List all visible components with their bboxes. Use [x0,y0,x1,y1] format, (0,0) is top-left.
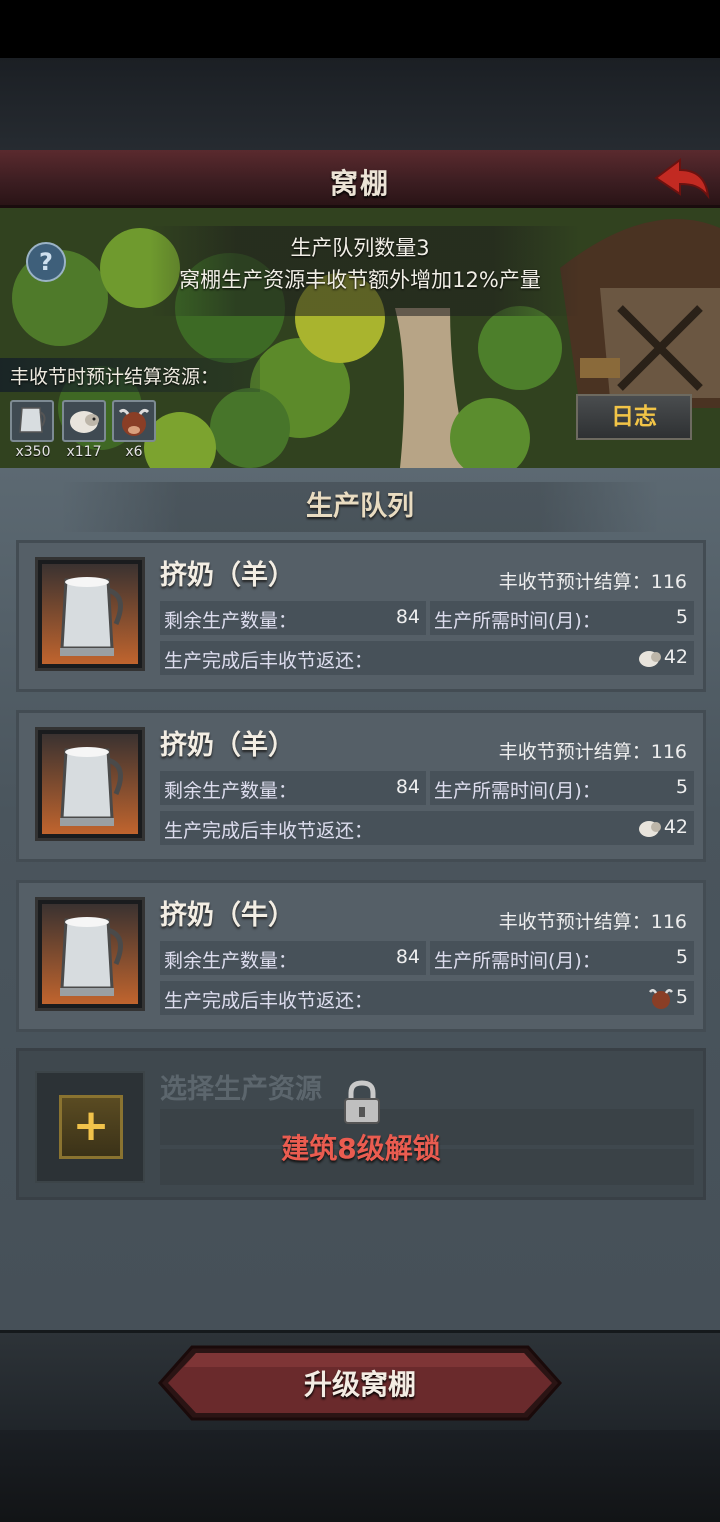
remaining-value: 84 [395,606,420,628]
remaining-row: 剩余生产数量： 84 [160,771,426,805]
queue-item[interactable]: 挤奶（牛） 丰收节预计结算：116 剩余生产数量： 84 生产所需时间(月)： … [16,880,706,1032]
item-name: 挤奶（牛） [160,900,295,931]
milk-jug-icon[interactable] [10,400,54,442]
queue-item[interactable]: 挤奶（羊） 丰收节预计结算：116 剩余生产数量： 84 生产所需时间(月)： … [16,710,706,862]
resource-count: x6 [125,444,143,460]
bonus-text: 窝棚生产资源丰收节额外增加12%产量 [179,268,541,292]
title-bar: 窝棚 [0,150,720,208]
time-value: 5 [675,606,688,628]
time-label: 生产所需时间(月)： [434,950,601,972]
remaining-row: 剩余生产数量： 84 [160,941,426,975]
harvest-estimate: 丰收节预计结算：116 [498,571,687,593]
time-label: 生产所需时间(月)： [434,780,601,802]
resource-count: x350 [15,444,51,460]
upgrade-button[interactable]: 升级窝棚 [156,1343,564,1423]
time-row: 生产所需时间(月)： 5 [430,941,694,975]
milk-jug-icon [60,917,123,996]
remaining-row: 剩余生产数量： 84 [160,601,426,635]
remaining-value: 84 [395,946,420,968]
sheep-icon[interactable] [62,400,106,442]
time-row: 生产所需时间(月)： 5 [430,601,694,635]
milk-jug-icon [60,577,123,656]
time-row: 生产所需时间(月)： 5 [430,771,694,805]
time-value: 5 [675,776,688,798]
resources-label: 丰收节时预计结算资源： [10,366,220,388]
item-name: 挤奶（羊） [160,560,295,591]
milk-jug-icon [60,747,123,826]
resource-count: x117 [66,444,102,460]
log-button[interactable]: 日志 [576,394,692,440]
sheep-icon [639,651,661,667]
item-icon-frame [35,557,145,671]
item-name: 挤奶（羊） [160,730,295,761]
time-label: 生产所需时间(月)： [434,610,601,632]
lock-icon [344,1080,380,1124]
return-row: 生产完成后丰收节返还： 42 [160,811,694,845]
bottom-background [0,1430,720,1522]
harvest-estimate: 丰收节预计结算：116 [498,911,687,933]
page-title: 窝棚 [329,167,390,200]
building-banner: 生产队列数量3 窝棚生产资源丰收节额外增加12%产量 ? 丰收节时预计结算资源：… [0,208,720,468]
remaining-label: 剩余生产数量： [164,610,298,632]
remaining-label: 剩余生产数量： [164,780,298,802]
return-value: 5 [675,986,688,1008]
return-row: 生产完成后丰收节返还： 42 [160,641,694,675]
queue-title: 生产队列 [60,482,660,532]
status-bar [0,0,720,58]
harvest-estimate: 丰收节预计结算：116 [498,741,687,763]
return-row: 生产完成后丰收节返还： 5 [160,981,694,1015]
select-resource-label: 选择生产资源 [160,1074,322,1105]
remaining-label: 剩余生产数量： [164,950,298,972]
return-value: 42 [663,816,688,838]
return-label: 生产完成后丰收节返还： [164,650,374,672]
sheep-icon [639,821,661,837]
unlock-requirement-text: 建筑8级解锁 [281,1132,441,1165]
locked-queue-slot[interactable]: + 选择生产资源 建筑8级解锁 [16,1048,706,1200]
back-arrow-icon[interactable] [650,156,712,202]
queue-count-text: 生产队列数量3 [290,236,430,260]
item-icon-frame [35,897,145,1011]
return-value: 42 [663,646,688,668]
cow-icon [649,989,673,1009]
queue-item[interactable]: 挤奶（羊） 丰收节预计结算：116 剩余生产数量： 84 生产所需时间(月)： … [16,540,706,692]
remaining-value: 84 [395,776,420,798]
return-label: 生产完成后丰收节返还： [164,820,374,842]
return-label: 生产完成后丰收节返还： [164,990,374,1012]
production-panel: 生产队列 挤奶（羊） 丰收节预计结算：116 剩余生产数量： 84 生产所需时间… [0,468,720,1330]
cow-icon[interactable] [112,400,156,442]
time-value: 5 [675,946,688,968]
top-background [0,58,720,150]
item-icon-frame [35,727,145,841]
help-button[interactable]: ? [26,242,66,282]
upgrade-button-label: 升级窝棚 [303,1368,416,1401]
footer-bar: 升级窝棚 [0,1330,720,1430]
